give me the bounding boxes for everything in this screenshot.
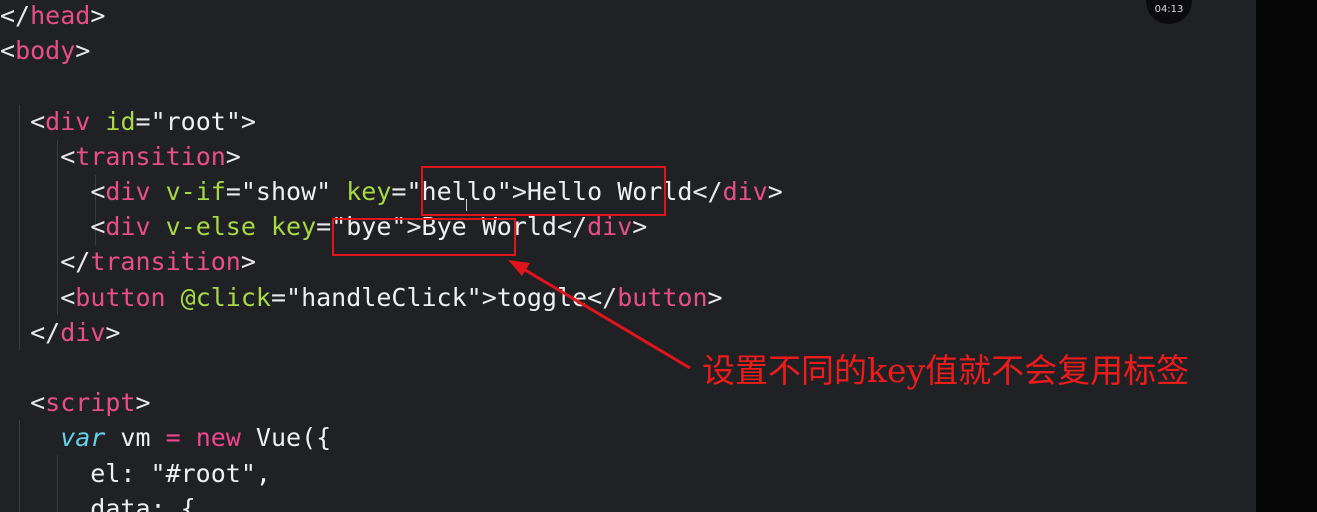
code-token: script: [45, 388, 136, 418]
code-token: >: [240, 106, 256, 136]
code-token: div: [105, 212, 151, 242]
code-token: >: [105, 317, 121, 347]
code-token: =: [391, 177, 407, 206]
code-token: key: [270, 212, 317, 242]
code-token: >: [707, 282, 723, 312]
code-token: <: [0, 36, 16, 66]
text-cursor: [466, 199, 473, 211]
code-token: >: [240, 247, 256, 277]
screen: </head> <body> <div id="root"> <transitio…: [0, 0, 1317, 512]
timer-time: 04:13: [1154, 4, 1184, 15]
code-token: <: [60, 141, 76, 171]
code-token: button: [617, 282, 708, 312]
highlight-box-key-hello: [421, 166, 666, 216]
code-line: <body>: [0, 33, 90, 68]
code-token: >: [767, 177, 783, 206]
code-token: <: [90, 177, 106, 206]
code-line: var vm = new Vue({: [0, 420, 331, 455]
code-token: </: [587, 282, 618, 312]
code-token: "show": [240, 177, 332, 206]
right-side-panel: [1256, 0, 1317, 512]
code-line: <transition>: [0, 139, 241, 174]
code-editor[interactable]: </head> <body> <div id="root"> <transitio…: [0, 0, 1256, 512]
code-token: div: [105, 177, 151, 206]
code-line: el: "#root",: [0, 456, 271, 491]
code-token: >: [75, 36, 91, 66]
code-token: </: [60, 247, 91, 277]
code-token: >: [632, 212, 648, 242]
code-line: <script>: [0, 385, 151, 420]
code-token: new: [195, 423, 241, 453]
code-token: button: [75, 282, 166, 312]
code-line: </div>: [0, 315, 120, 350]
code-token: el:: [0, 458, 151, 488]
code-token: >: [481, 282, 497, 312]
code-token: div: [587, 212, 633, 242]
timer-badge: 04:13: [1146, 0, 1192, 24]
code-token: =: [270, 282, 287, 312]
code-token: </: [0, 1, 31, 30]
code-token: >: [90, 1, 106, 30]
code-token: "handleClick": [286, 282, 482, 312]
code-token: "#root": [150, 458, 256, 488]
code-token: <: [30, 106, 46, 136]
code-token: "root": [150, 106, 241, 136]
code-line: data: {: [0, 491, 196, 512]
annotation-text: 设置不同的key值就不会复用标签: [702, 351, 1190, 390]
code-line: <button @click="handleClick">toggle</but…: [0, 280, 723, 315]
code-token: div: [60, 317, 106, 347]
code-token: body: [15, 36, 76, 66]
code-token: v-if: [165, 177, 226, 206]
code-token: data: {: [0, 493, 196, 512]
code-token: =: [135, 106, 151, 136]
code-token: v-else: [165, 212, 256, 242]
code-token: =: [225, 177, 241, 206]
code-token: <: [90, 212, 106, 242]
code-token: <: [60, 282, 76, 312]
code-token: </: [692, 177, 723, 206]
highlight-box-key-bye: [332, 218, 516, 256]
code-token: ,: [255, 458, 271, 488]
code-token: toggle: [496, 282, 588, 312]
code-line: </head>: [0, 0, 105, 33]
code-token: Vue({: [240, 423, 332, 453]
code-token: div: [722, 177, 768, 206]
code-line: </transition>: [0, 244, 256, 279]
code-token: vm: [105, 423, 166, 453]
code-token: <: [30, 388, 46, 418]
code-token: @click: [180, 282, 271, 312]
code-token: =: [316, 212, 332, 242]
code-token: >: [135, 388, 151, 418]
code-token: var: [60, 423, 106, 453]
code-token: id: [105, 106, 136, 136]
code-token: transition: [75, 141, 226, 171]
code-line: <div id="root">: [0, 104, 256, 139]
code-token: key: [346, 177, 392, 206]
code-token: div: [45, 106, 91, 136]
code-token: </: [556, 212, 588, 242]
code-token: head: [30, 1, 91, 30]
code-token: transition: [90, 247, 241, 277]
code-token: >: [225, 141, 241, 171]
code-token: </: [30, 317, 61, 347]
code-token: =: [165, 423, 181, 453]
